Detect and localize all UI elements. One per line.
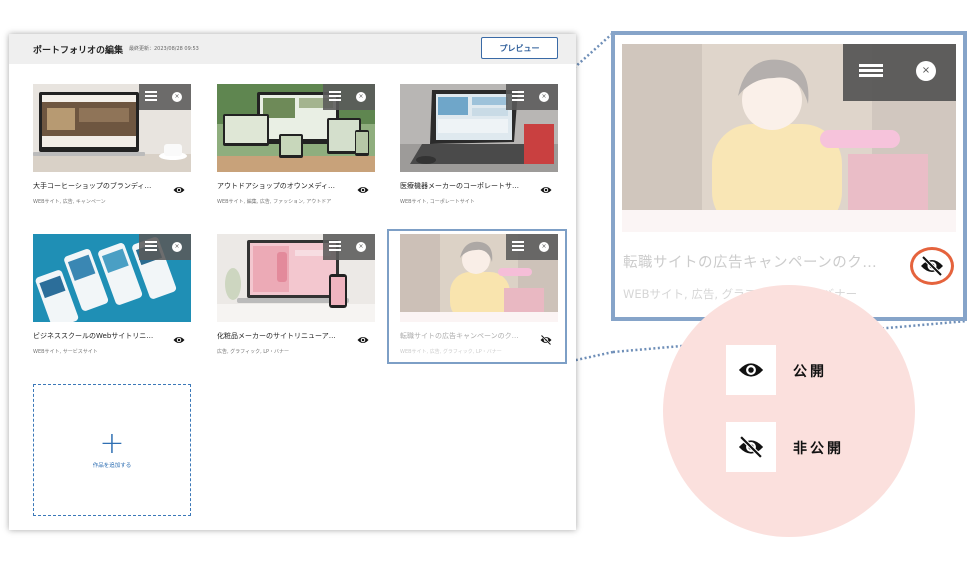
eye-icon[interactable] bbox=[540, 180, 552, 193]
zoom-work-title: 転職サイトの広告キャンペーンのク… bbox=[623, 255, 878, 271]
eye-slash-icon bbox=[726, 422, 776, 472]
work-title: アウトドアショップのオウンメディ… bbox=[217, 182, 336, 190]
eye-icon[interactable] bbox=[357, 180, 369, 193]
close-icon[interactable]: × bbox=[916, 61, 936, 81]
card-actions: × bbox=[139, 84, 191, 110]
close-icon[interactable]: × bbox=[356, 242, 366, 252]
card-actions: × bbox=[506, 84, 558, 110]
legend-public-label: 公開 bbox=[793, 364, 827, 380]
eye-icon[interactable] bbox=[173, 180, 185, 193]
close-icon[interactable]: × bbox=[172, 92, 182, 102]
menu-icon[interactable] bbox=[145, 91, 159, 103]
menu-icon[interactable] bbox=[329, 241, 343, 253]
editor-header: ポートフォリオの編集 最終更新：2023/08/28 09:53 プレビュー bbox=[9, 34, 576, 64]
eye-slash-icon[interactable] bbox=[910, 247, 954, 285]
preview-button[interactable]: プレビュー bbox=[481, 37, 558, 59]
card-actions: × bbox=[139, 234, 191, 260]
last-updated: 最終更新：2023/08/28 09:53 bbox=[129, 46, 199, 52]
eye-icon[interactable] bbox=[173, 330, 185, 343]
eye-icon[interactable] bbox=[357, 330, 369, 343]
menu-icon[interactable] bbox=[859, 64, 885, 78]
card-actions: × bbox=[323, 84, 375, 110]
close-icon[interactable]: × bbox=[356, 92, 366, 102]
zoom-panel: × 転職サイトの広告キャンペーンのク… WEBサイト, 広告, グラフィック, … bbox=[611, 31, 967, 321]
menu-icon[interactable] bbox=[512, 91, 526, 103]
work-title: 化粧品メーカーのサイトリニューア… bbox=[217, 332, 336, 340]
work-tags: WEBサイト, 広告, キャンペーン bbox=[33, 199, 106, 205]
plus-icon: + bbox=[99, 426, 125, 461]
work-title: 大手コーヒーショップのブランディ… bbox=[33, 182, 152, 190]
work-title: 医療機器メーカーのコーポレートサ… bbox=[400, 182, 519, 190]
close-icon[interactable]: × bbox=[539, 92, 549, 102]
work-tags: WEBサイト, コーポレートサイト bbox=[400, 199, 475, 205]
close-icon[interactable]: × bbox=[172, 242, 182, 252]
menu-icon[interactable] bbox=[329, 91, 343, 103]
legend-private-label: 非公開 bbox=[793, 441, 844, 457]
work-tags: WEBサイト, 編集, 広告, ファッション, アウトドア bbox=[217, 199, 332, 205]
work-title: ビジネススクールのWebサイトリニ… bbox=[33, 332, 154, 340]
menu-icon[interactable] bbox=[145, 241, 159, 253]
eye-icon bbox=[726, 345, 776, 395]
highlight-frame bbox=[387, 229, 567, 364]
work-tags: 広告, グラフィック, LP・バナー bbox=[217, 349, 290, 355]
visibility-legend: 公開 非公開 bbox=[663, 285, 915, 537]
card-actions: × bbox=[323, 234, 375, 260]
page-title: ポートフォリオの編集 bbox=[33, 46, 124, 56]
add-work-label: 作品を追加する bbox=[92, 463, 132, 469]
zoom-card-actions: × bbox=[843, 44, 956, 101]
work-tags: WEBサイト, サービスサイト bbox=[33, 349, 98, 355]
add-work-button[interactable]: + 作品を追加する bbox=[33, 384, 191, 516]
